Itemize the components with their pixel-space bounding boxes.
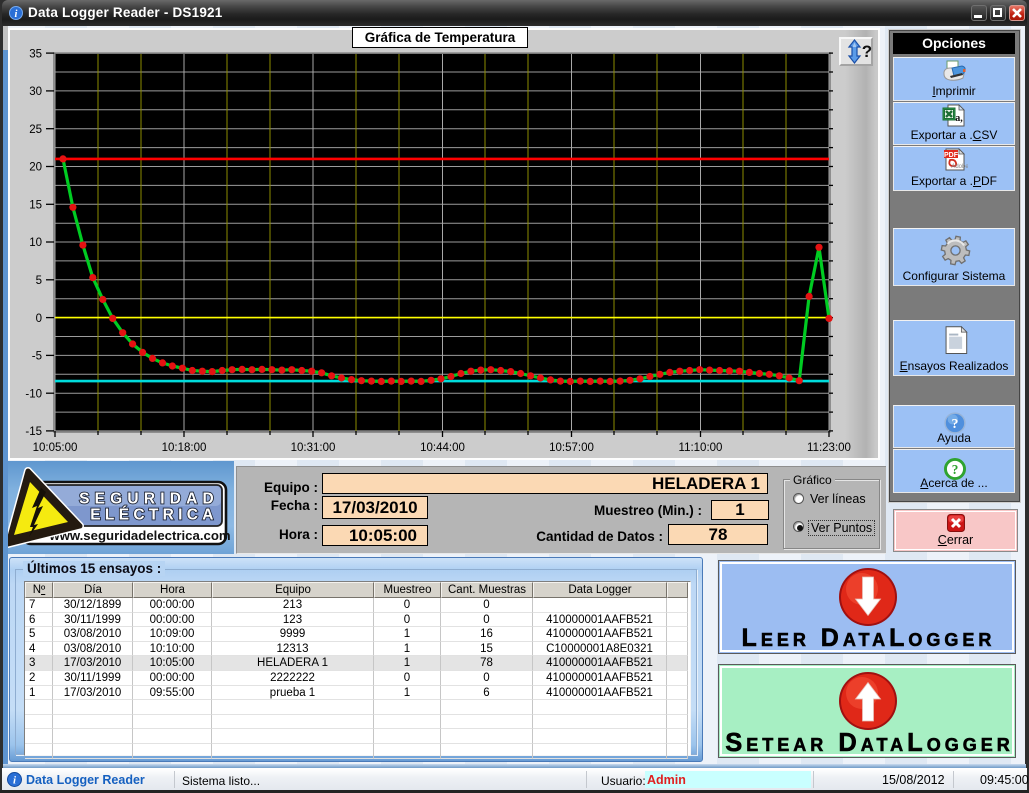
svg-text:?: ? [862, 42, 872, 61]
svg-text:Adobe: Adobe [951, 164, 968, 170]
svg-text:a,: a, [955, 113, 963, 124]
svg-text:11:23:00: 11:23:00 [807, 442, 851, 454]
svg-text:-5: -5 [32, 351, 42, 363]
svg-text:5: 5 [36, 275, 42, 287]
svg-text:ELÉCTRICA: ELÉCTRICA [90, 507, 217, 524]
svg-text:10:44:00: 10:44:00 [420, 442, 465, 454]
svg-text:20: 20 [29, 162, 42, 174]
svg-text:35: 35 [29, 48, 42, 60]
svg-text:?: ? [952, 462, 959, 477]
svg-text:PDF: PDF [944, 152, 959, 159]
svg-text:10:57:00: 10:57:00 [549, 442, 594, 454]
svg-text:15: 15 [29, 200, 42, 212]
svg-text:?: ? [952, 417, 959, 432]
svg-text:-10: -10 [25, 388, 42, 400]
svg-text:-15: -15 [25, 426, 42, 438]
svg-text:10:05:00: 10:05:00 [33, 442, 78, 454]
svg-text:11:10:00: 11:10:00 [679, 442, 723, 454]
svg-text:10:31:00: 10:31:00 [291, 442, 336, 454]
svg-text:30: 30 [29, 86, 42, 98]
svg-text:10: 10 [29, 237, 42, 249]
svg-text:0: 0 [36, 313, 42, 325]
svg-text:25: 25 [29, 124, 42, 136]
svg-text:i: i [15, 9, 18, 20]
svg-text:10:18:00: 10:18:00 [162, 442, 207, 454]
svg-text:SEGURIDAD: SEGURIDAD [79, 491, 219, 508]
